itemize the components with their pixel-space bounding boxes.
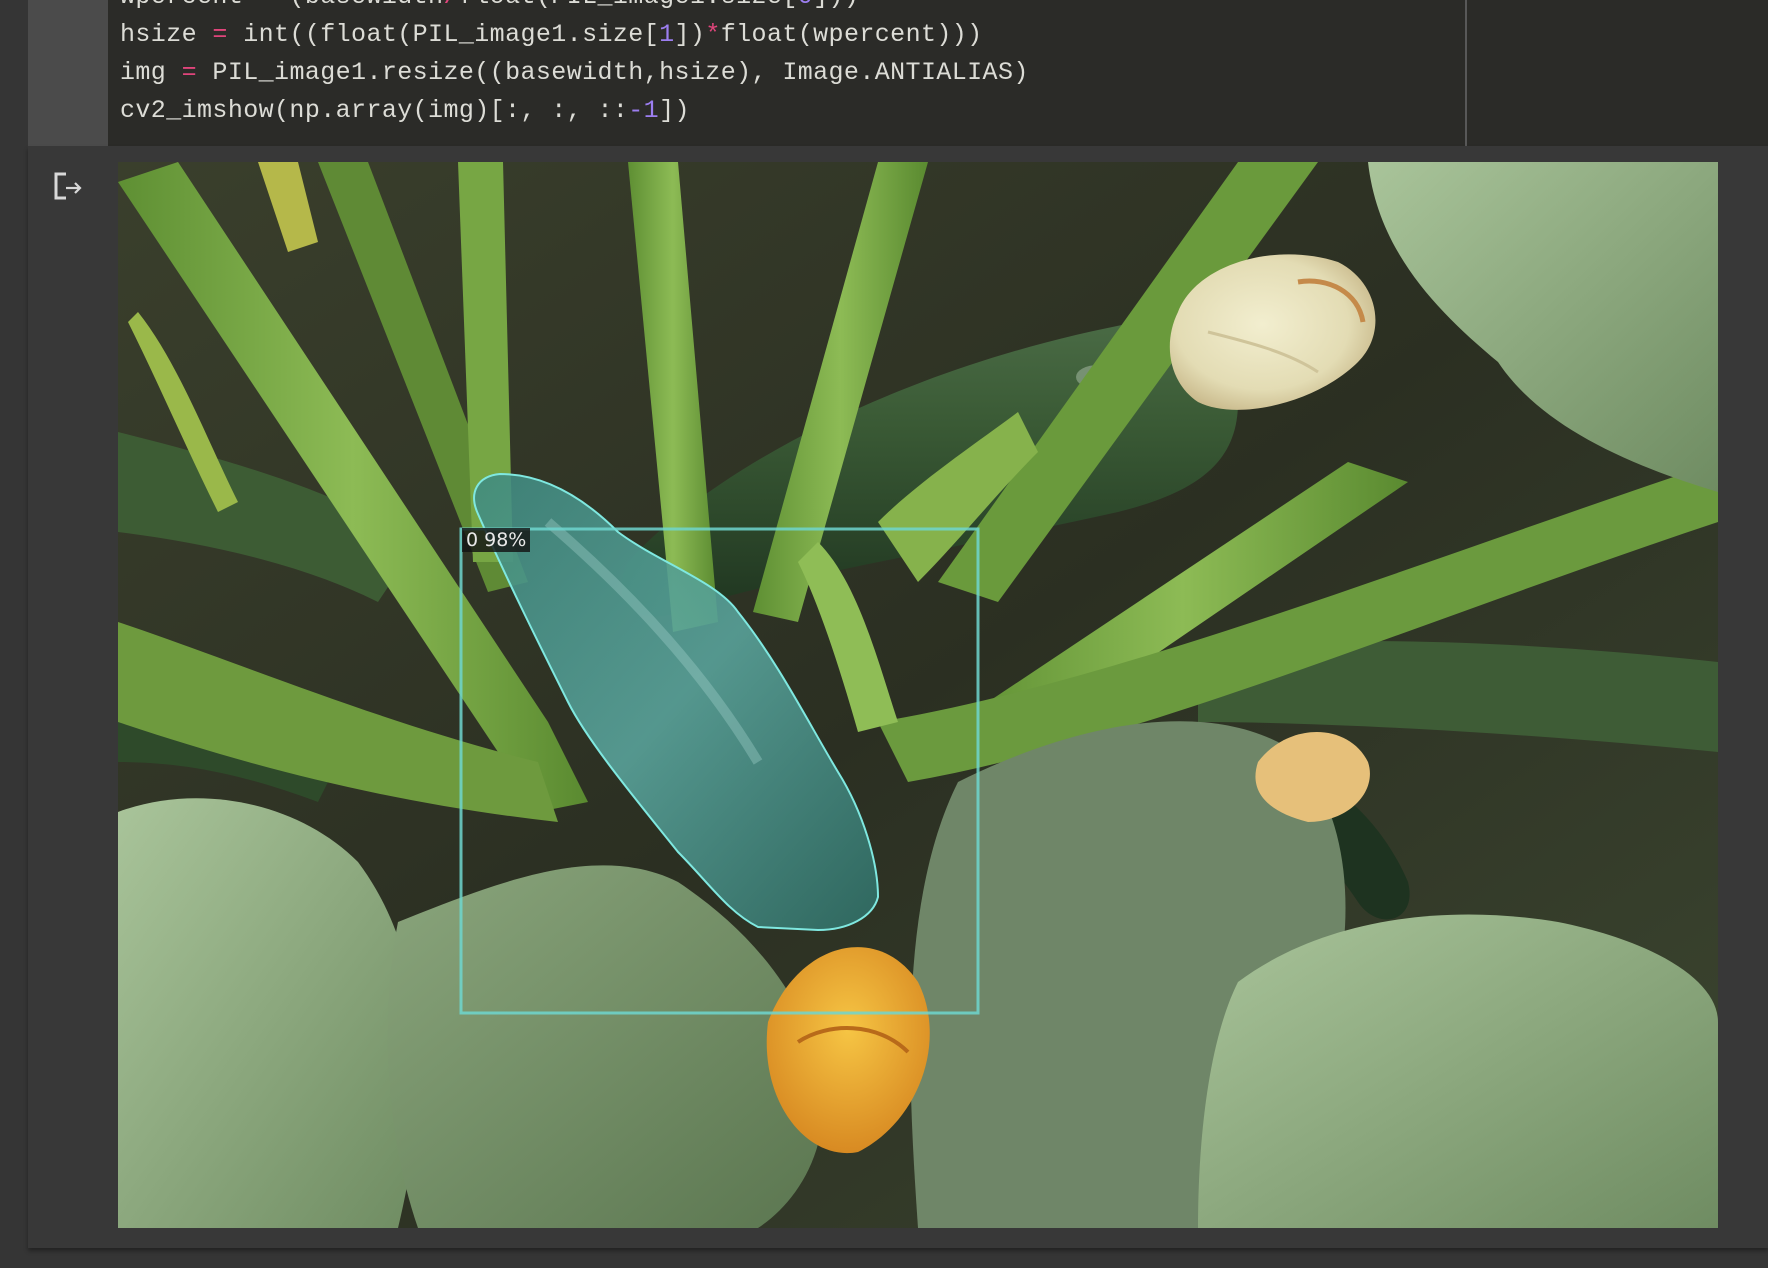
code-text: ]): [674, 20, 706, 49]
code-line[interactable]: wpercent = (basewidth/float(PIL_image1.s…: [120, 0, 1029, 16]
code-text: img: [120, 58, 182, 87]
code-text: PIL_image1.resize((basewidth,hsize), Ima…: [197, 58, 1029, 87]
code-number: 0: [798, 0, 813, 11]
code-text: cv2_imshow(np.array(img)[:, :, ::: [120, 96, 629, 125]
code-operator: /: [443, 0, 458, 11]
code-text: wpercent: [120, 0, 259, 11]
output-redirect-icon[interactable]: [52, 170, 88, 202]
output-image: 0 98%: [118, 162, 1718, 1228]
code-text: int((float(PIL_image1.size[: [227, 20, 660, 49]
cell-gutter[interactable]: [28, 0, 108, 146]
code-line[interactable]: hsize = int((float(PIL_image1.size[1])*f…: [120, 16, 1029, 54]
code-text: hsize: [120, 20, 213, 49]
code-text: ]): [659, 96, 690, 125]
code-text: float(PIL_image1.size[: [459, 0, 798, 11]
code-text: ])): [813, 0, 859, 11]
code-text: (basewidth: [274, 0, 443, 11]
line-length-ruler: [1465, 0, 1467, 146]
code-number: 1: [659, 20, 675, 49]
code-operator: =: [212, 20, 228, 49]
code-line[interactable]: img = PIL_image1.resize((basewidth,hsize…: [120, 54, 1029, 92]
code-line[interactable]: cv2_imshow(np.array(img)[:, :, ::-1]): [120, 92, 1029, 130]
code-number: -1: [628, 96, 660, 125]
code-operator: =: [259, 0, 274, 11]
code-text: float(wpercent))): [720, 20, 983, 49]
code-editor[interactable]: wpercent = (basewidth/float(PIL_image1.s…: [120, 0, 1029, 130]
code-cell[interactable]: wpercent = (basewidth/float(PIL_image1.s…: [28, 0, 1768, 146]
code-operator: =: [181, 58, 198, 87]
cell-output-area: 0 98%: [28, 146, 1768, 1248]
detection-label: 0 98%: [462, 528, 531, 552]
code-operator: *: [705, 20, 721, 49]
